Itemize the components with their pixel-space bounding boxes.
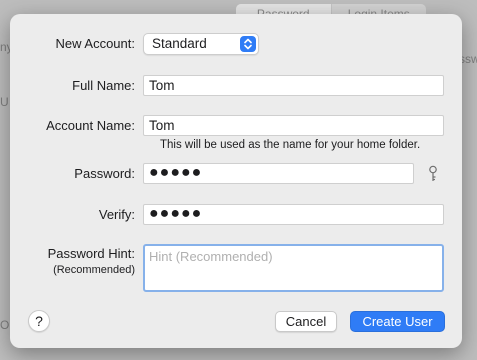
up-down-arrows-icon	[240, 36, 256, 52]
password-hint-label: Password Hint:	[47, 246, 135, 261]
password-field[interactable]: ●●●●●	[143, 163, 414, 184]
password-label: Password:	[74, 166, 135, 181]
password-hint-field[interactable]: Hint (Recommended)	[143, 244, 444, 292]
password-hint-sublabel: (Recommended)	[53, 264, 135, 276]
account-name-label: Account Name:	[46, 118, 135, 133]
label-column: New Account: Full Name: Account Name: Pa…	[10, 14, 135, 348]
full-name-label: Full Name:	[72, 78, 135, 93]
account-type-value: Standard	[152, 36, 207, 51]
help-button[interactable]: ?	[28, 310, 50, 332]
new-account-label: New Account:	[55, 36, 136, 51]
account-name-field[interactable]: Tom	[143, 115, 444, 136]
key-icon[interactable]	[426, 165, 440, 183]
full-name-field[interactable]: Tom	[143, 75, 444, 96]
new-account-sheet: New Account: Full Name: Account Name: Pa…	[10, 14, 462, 348]
account-type-popup[interactable]: Standard	[143, 33, 259, 55]
verify-label: Verify:	[98, 207, 135, 222]
verify-field[interactable]: ●●●●●	[143, 204, 444, 225]
cancel-button[interactable]: Cancel	[275, 311, 337, 332]
background-text-fragment: U	[0, 95, 9, 109]
create-user-button[interactable]: Create User	[350, 311, 445, 332]
account-name-note: This will be used as the name for your h…	[160, 139, 421, 151]
